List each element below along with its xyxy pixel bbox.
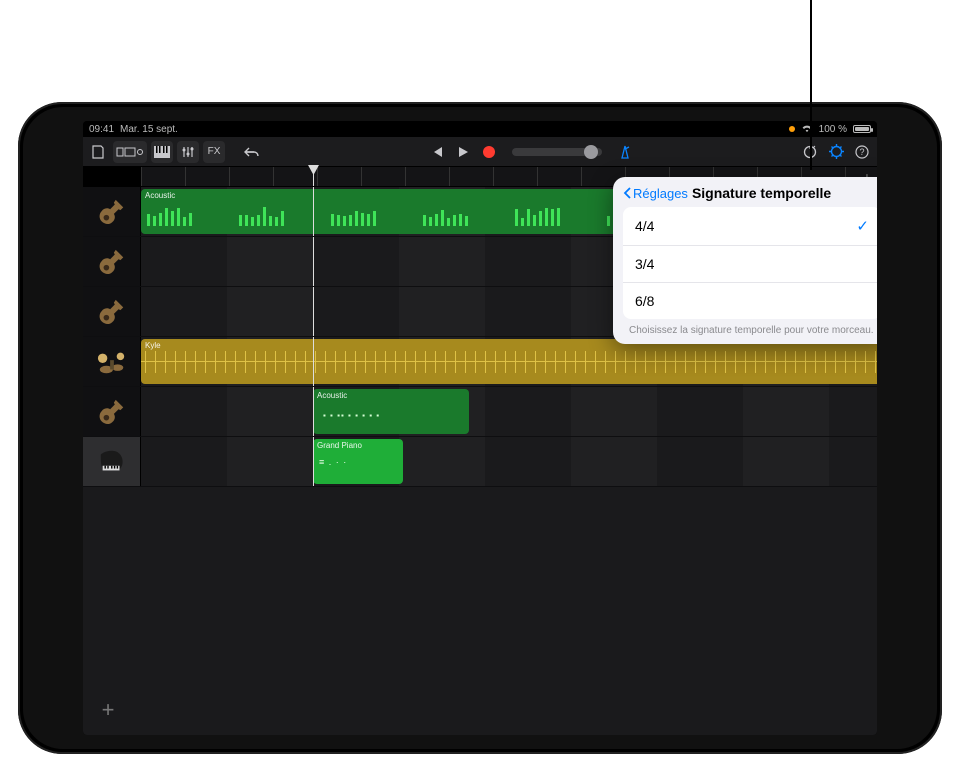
midi-notes-icon [147, 205, 207, 226]
region[interactable]: Kyle [141, 339, 877, 384]
playhead-line [313, 337, 314, 386]
track-header[interactable] [83, 287, 141, 336]
midi-notes-icon [331, 205, 391, 226]
ruler-tick [537, 167, 540, 186]
ruler-tick [229, 167, 232, 186]
popover-back-label: Réglages [633, 186, 688, 201]
region[interactable]: Acoustic ▪ ▪ ▪▪ ▪ ▪ ▪ ▪ ▪ [313, 389, 469, 434]
checkmark-icon: ✓ [856, 217, 869, 235]
track-header[interactable] [83, 387, 141, 436]
ipad-frame: 09:41 Mar. 15 sept. 100 % [18, 102, 942, 754]
record-icon [483, 146, 495, 158]
fx-button[interactable]: FX [203, 141, 225, 163]
browser-button[interactable] [113, 141, 147, 163]
playhead-line [313, 387, 314, 436]
my-songs-button[interactable] [87, 141, 109, 163]
time-signature-list: 4/4 ✓ 3/4 6/8 [623, 207, 877, 319]
chevron-left-icon [623, 187, 631, 199]
playhead-line [313, 237, 314, 286]
main-toolbar: FX [83, 137, 877, 167]
master-volume-slider[interactable] [512, 148, 602, 156]
go-to-beginning-button[interactable] [426, 141, 448, 163]
time-signature-popover: Réglages Signature temporelle 4/4 ✓ 3/4 6/8… [613, 177, 877, 344]
midi-notes-icon [239, 205, 299, 226]
play-button[interactable] [452, 141, 474, 163]
ruler-tick [273, 167, 276, 186]
ruler-tick [317, 167, 320, 186]
recording-indicator-icon [789, 126, 795, 132]
ruler-tick [141, 167, 144, 186]
time-signature-option[interactable]: 4/4 ✓ [623, 207, 877, 246]
ruler-tick [581, 167, 584, 186]
playhead-line [313, 187, 314, 236]
track-row[interactable]: Grand Piano ≡ . · · [83, 437, 877, 487]
option-label: 6/8 [635, 293, 654, 309]
popover-back-button[interactable]: Réglages [623, 186, 688, 201]
drums-icon [97, 347, 127, 377]
screen: 09:41 Mar. 15 sept. 100 % [83, 121, 877, 735]
record-button[interactable] [478, 141, 500, 163]
track-header[interactable] [83, 337, 141, 386]
track-header[interactable] [83, 187, 141, 236]
ruler-tick [405, 167, 408, 186]
callout-line [810, 0, 812, 170]
region-label: Grand Piano [317, 441, 399, 450]
fx-label: FX [208, 146, 221, 157]
ruler-tick [185, 167, 188, 186]
time-signature-option[interactable]: 6/8 [623, 283, 877, 319]
svg-text:?: ? [859, 147, 864, 157]
battery-percent: 100 % [819, 124, 847, 135]
option-label: 3/4 [635, 256, 654, 272]
midi-notes-icon [515, 205, 575, 226]
guitar-icon [97, 197, 127, 227]
undo-button[interactable] [241, 141, 263, 163]
track-lane[interactable]: Kyle [141, 337, 877, 386]
popover-footer: Choisissez la signature temporelle pour … [613, 319, 877, 336]
guitar-icon [97, 297, 127, 327]
track-lane[interactable]: Grand Piano ≡ . · · [141, 437, 877, 486]
track-row[interactable]: Kyle [83, 337, 877, 387]
playhead-line [313, 437, 314, 486]
region[interactable]: Grand Piano ≡ . · · [313, 439, 403, 484]
playhead-line [313, 287, 314, 336]
time-signature-option[interactable]: 3/4 [623, 246, 877, 283]
guitar-icon [97, 247, 127, 277]
track-header[interactable] [83, 237, 141, 286]
ruler-tick [493, 167, 496, 186]
track-lane[interactable]: Acoustic ▪ ▪ ▪▪ ▪ ▪ ▪ ▪ ▪ [141, 387, 877, 436]
help-button[interactable]: ? [851, 141, 873, 163]
status-bar: 09:41 Mar. 15 sept. 100 % [83, 121, 877, 137]
ruler-tick [361, 167, 364, 186]
region-label: Acoustic [317, 391, 465, 400]
status-time: 09:41 [89, 124, 114, 135]
popover-title: Signature temporelle [692, 185, 831, 201]
option-label: 4/4 [635, 218, 654, 234]
ruler-tick [449, 167, 452, 186]
track-header[interactable] [83, 437, 141, 486]
add-track-button[interactable]: + [93, 695, 123, 725]
waveform-icon [141, 351, 877, 373]
midi-notes-icon: ▪ ▪ ▪▪ ▪ ▪ ▪ ▪ ▪ [323, 411, 380, 420]
status-date: Mar. 15 sept. [120, 124, 178, 135]
midi-notes-icon: ≡ . · · [319, 457, 347, 467]
slider-knob[interactable] [584, 145, 598, 159]
guitar-icon [97, 397, 127, 427]
battery-icon [853, 125, 871, 133]
settings-button[interactable] [825, 141, 847, 163]
track-controls-button[interactable] [177, 141, 199, 163]
instrument-button[interactable] [151, 141, 173, 163]
ipad-bezel: 09:41 Mar. 15 sept. 100 % [23, 107, 937, 749]
midi-notes-icon [423, 205, 483, 226]
playhead[interactable] [313, 167, 314, 186]
piano-icon [97, 447, 127, 477]
track-row[interactable]: Acoustic ▪ ▪ ▪▪ ▪ ▪ ▪ ▪ ▪ [83, 387, 877, 437]
metronome-button[interactable] [614, 141, 636, 163]
